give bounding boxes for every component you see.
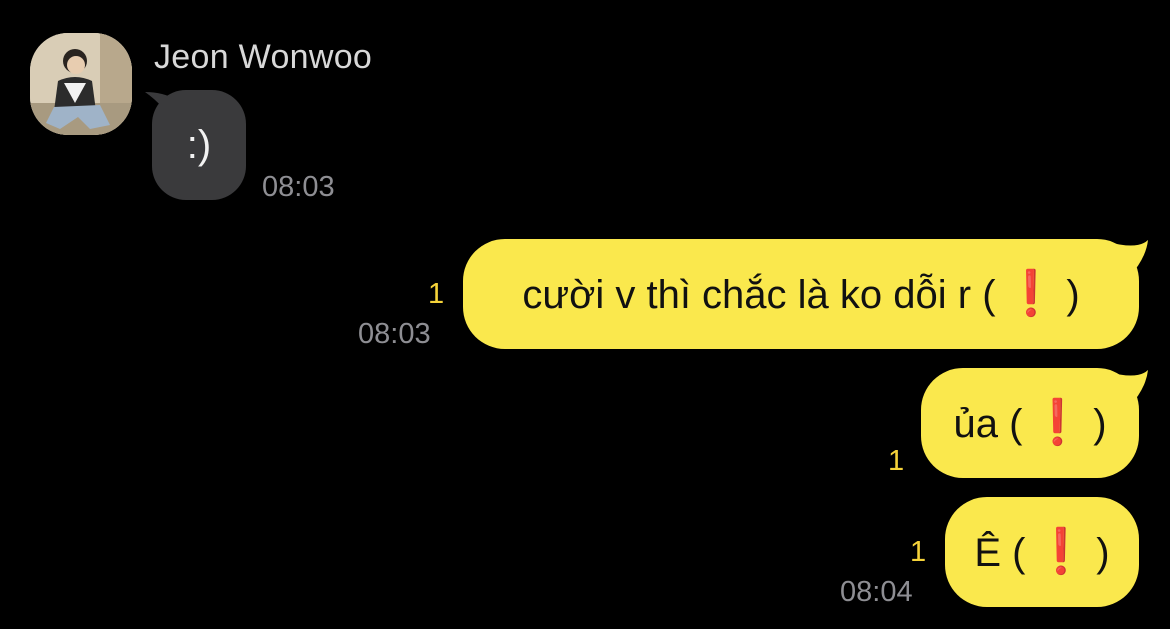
- outgoing-message-time: 08:04: [840, 576, 913, 608]
- unread-count: 1: [428, 278, 445, 310]
- exclamation-icon: ❗: [1033, 527, 1089, 576]
- sender-name[interactable]: Jeon Wonwoo: [154, 38, 372, 77]
- outgoing-message-time: 08:03: [358, 318, 431, 350]
- outgoing-message-bubble[interactable]: Ê (❗): [945, 497, 1139, 607]
- exclamation-icon: ❗: [1003, 269, 1059, 318]
- outgoing-message-bubble[interactable]: ủa (❗): [921, 368, 1139, 478]
- unread-count: 1: [910, 536, 927, 568]
- outgoing-message-text: ủa (❗): [953, 398, 1107, 447]
- profile-photo-icon: [30, 33, 132, 135]
- exclamation-icon: ❗: [1030, 398, 1086, 447]
- avatar[interactable]: [30, 33, 132, 135]
- outgoing-message-text: Ê (❗): [974, 527, 1110, 576]
- outgoing-message-bubble[interactable]: cười v thì chắc là ko dỗi r (❗): [463, 239, 1139, 349]
- incoming-message-bubble[interactable]: :): [152, 90, 246, 200]
- incoming-message-text: :): [186, 123, 212, 167]
- unread-count: 1: [888, 445, 905, 477]
- outgoing-message-text: cười v thì chắc là ko dỗi r (❗): [522, 269, 1080, 318]
- incoming-message-time: 08:03: [262, 171, 335, 203]
